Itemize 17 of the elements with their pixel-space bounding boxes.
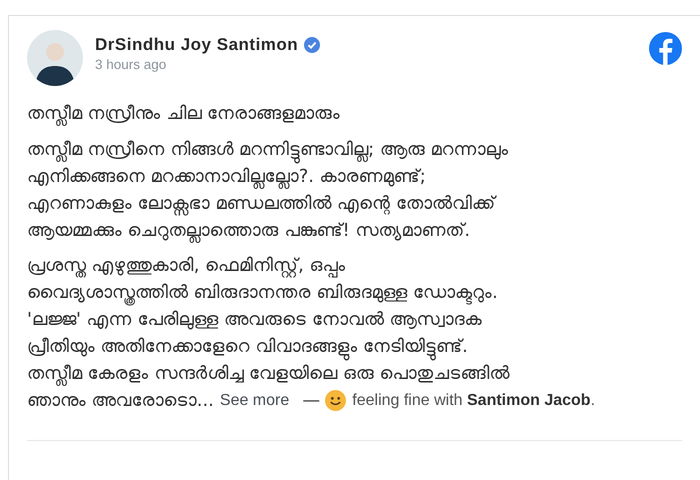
dash: — (303, 391, 320, 411)
post-text: ആയമ്മക്കും ചെറുതല്ലാത്തൊരു പങ്കുണ്ട്! സത്യമാണത്. (27, 219, 472, 244)
post-text: പ്രീതിയും അതിനേക്കാളേറെ വിവാദങ്ങളും നേടിയിട്ടുണ്ട്. (27, 333, 700, 360)
post-text: പ്രശസ്ത എഴുത്തുകാരി, ഫെമിനിസ്റ്റ്, ഒപ്പം (27, 254, 347, 279)
post-text: വൈദ്യശാസ്ത്രത്തിൽ ബിരുദാനന്തര ബിരുദമുള്ള ഡോക്ടറും. (27, 279, 700, 306)
feeling-text: feeling fine with Santimon Jacob. (352, 391, 596, 411)
post-title: തസ്ലീമ നസ്രീനും ചില നേരാങ്ങളമാരും (27, 102, 342, 128)
facebook-logo-icon (649, 32, 682, 65)
smiley-icon (325, 390, 346, 411)
post-text: തസ്ലീമ കേരളം സന്ദർശിച്ച വേളയിലെ ഒരു പൊതുചടങ്ങിൽ (27, 362, 511, 387)
post-text: എനിക്കങ്ങനെ മറക്കാനാവില്ലല്ലോ?. കാരണമുണ്ട്; (27, 165, 427, 190)
post-text: 'ലജ്ജ' എന്ന പേരിലുള്ള അവരുടെ നോവൽ ആസ്വാദക (27, 308, 483, 332)
post-text: ഞാനും അവരോടൊ... (27, 389, 214, 413)
author-name[interactable]: DrSindhu Joy Santimon (95, 35, 298, 55)
post-text: തസ്ലീമ നസ്രീനെ നിങ്ങൾ മറന്നിട്ടുണ്ടാവില്ല; ആരു മറന്നാലും (27, 136, 700, 163)
post-text: എറണാകുളം ലോക്സഭാ മണ്ഡലത്തിൽ എന്റെ തോൽവിക്ക് (27, 192, 498, 217)
see-more-link[interactable]: See more (220, 387, 290, 414)
